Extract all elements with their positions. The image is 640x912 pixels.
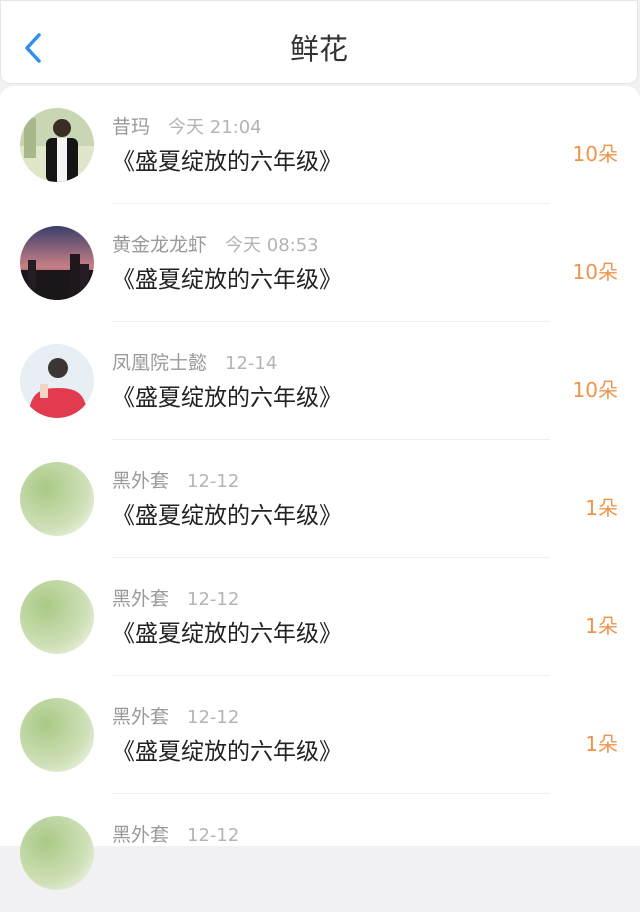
timestamp: 12-12 — [187, 589, 240, 610]
timestamp: 今天 21:04 — [168, 117, 262, 138]
flower-count: 10朵 — [572, 142, 618, 166]
avatar[interactable] — [20, 580, 94, 654]
book-title: 《盛夏绽放的六年级》 — [112, 149, 342, 175]
avatar[interactable] — [20, 108, 94, 182]
list-item[interactable]: 黑外套 12-12 — [0, 794, 640, 912]
avatar[interactable] — [20, 816, 94, 890]
user-name[interactable]: 昔玛 — [112, 116, 150, 138]
timestamp: 12-12 — [187, 707, 240, 728]
avatar[interactable] — [20, 698, 94, 772]
list-item[interactable]: 黑外套 12-12 《盛夏绽放的六年级》 1朵 — [0, 440, 640, 558]
nav-header: 鲜花 — [0, 0, 638, 84]
user-name[interactable]: 黄金龙龙虾 — [112, 234, 207, 256]
book-title: 《盛夏绽放的六年级》 — [112, 503, 342, 529]
timestamp: 12-12 — [187, 825, 240, 846]
list-item[interactable]: 凤凰院士懿 12-14 《盛夏绽放的六年级》 10朵 — [0, 322, 640, 440]
book-title: 《盛夏绽放的六年级》 — [112, 267, 342, 293]
timestamp: 12-12 — [187, 471, 240, 492]
avatar[interactable] — [20, 462, 94, 536]
timestamp: 今天 08:53 — [225, 235, 319, 256]
list-item[interactable]: 黑外套 12-12 《盛夏绽放的六年级》 1朵 — [0, 676, 640, 794]
page-title: 鲜花 — [289, 32, 348, 66]
flower-count: 1朵 — [585, 614, 618, 638]
book-title: 《盛夏绽放的六年级》 — [112, 621, 342, 647]
flower-list: 昔玛 今天 21:04 《盛夏绽放的六年级》 10朵 黄金龙龙虾 今天 08:5… — [0, 86, 640, 890]
flower-count: 1朵 — [585, 732, 618, 756]
list-item[interactable]: 昔玛 今天 21:04 《盛夏绽放的六年级》 10朵 — [0, 86, 640, 204]
user-name[interactable]: 黑外套 — [112, 470, 169, 492]
user-name[interactable]: 黑外套 — [112, 824, 169, 846]
list-item[interactable]: 黑外套 12-12 《盛夏绽放的六年级》 1朵 — [0, 558, 640, 676]
flower-count: 10朵 — [572, 378, 618, 402]
flower-count: 1朵 — [585, 496, 618, 520]
flower-count: 10朵 — [572, 260, 618, 284]
avatar[interactable] — [20, 226, 94, 300]
book-title: 《盛夏绽放的六年级》 — [112, 739, 342, 765]
avatar[interactable] — [20, 344, 94, 418]
user-name[interactable]: 黑外套 — [112, 706, 169, 728]
user-name[interactable]: 黑外套 — [112, 588, 169, 610]
user-name[interactable]: 凤凰院士懿 — [112, 352, 207, 374]
list-item[interactable]: 黄金龙龙虾 今天 08:53 《盛夏绽放的六年级》 10朵 — [0, 204, 640, 322]
book-title: 《盛夏绽放的六年级》 — [112, 385, 342, 411]
timestamp: 12-14 — [225, 353, 278, 374]
